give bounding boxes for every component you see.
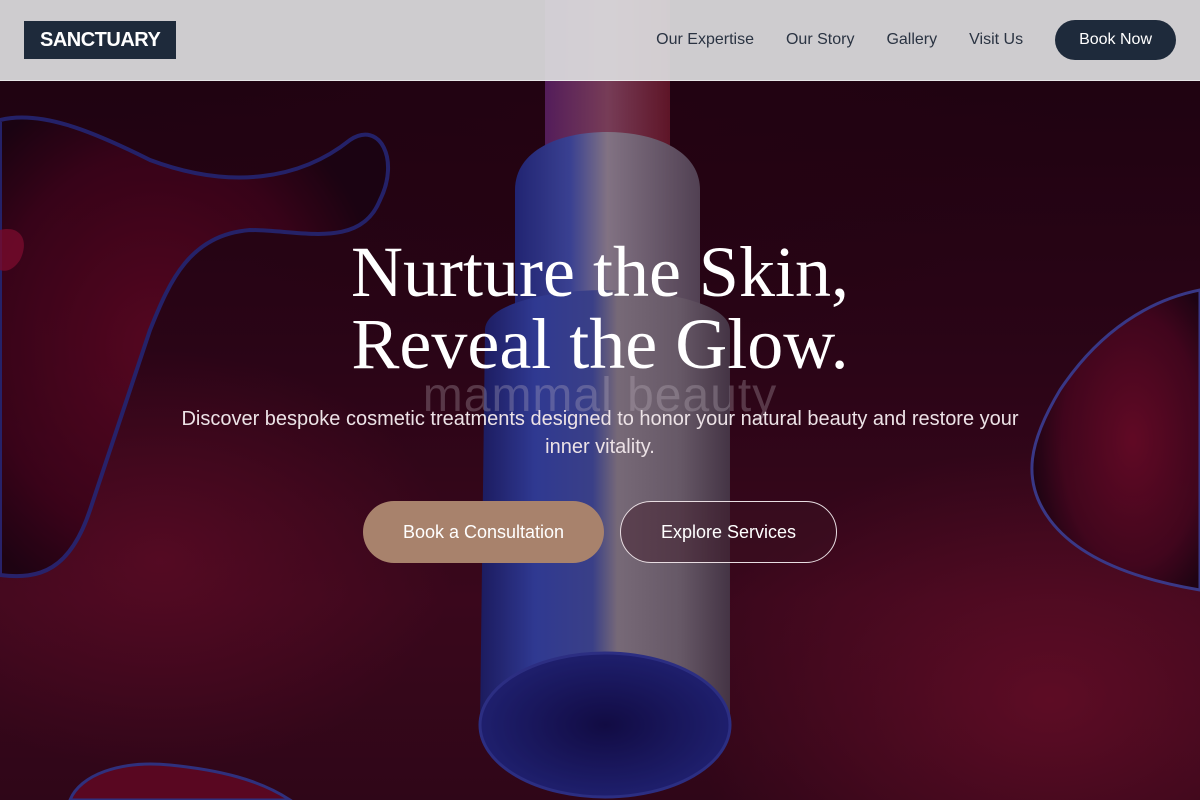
- hero-subtext: Discover bespoke cosmetic treatments des…: [181, 408, 1019, 458]
- nav-links: Our Expertise Our Story Gallery Visit Us…: [656, 20, 1176, 60]
- book-consultation-button[interactable]: Book a Consultation: [363, 501, 604, 563]
- hero-headline-line-2: Reveal the Glow.: [351, 304, 849, 384]
- book-now-button[interactable]: Book Now: [1055, 20, 1176, 60]
- top-navigation-bar: SANCTUARY Our Expertise Our Story Galler…: [0, 0, 1200, 81]
- nav-link-visit-us[interactable]: Visit Us: [969, 31, 1023, 49]
- hero-cta-row: Book a Consultation Explore Services: [0, 501, 1200, 563]
- explore-services-button[interactable]: Explore Services: [620, 501, 837, 563]
- nav-link-gallery[interactable]: Gallery: [886, 31, 937, 49]
- hero-headline: Nurture the Skin, Reveal the Glow.: [0, 236, 1200, 380]
- page: SANCTUARY Our Expertise Our Story Galler…: [0, 0, 1200, 800]
- nav-link-our-expertise[interactable]: Our Expertise: [656, 31, 754, 49]
- nav-link-our-story[interactable]: Our Story: [786, 31, 854, 49]
- brand-logo[interactable]: SANCTUARY: [24, 21, 177, 59]
- hero-content: mammal beauty Nurture the Skin, Reveal t…: [0, 0, 1200, 800]
- hero-headline-line-1: Nurture the Skin,: [351, 232, 849, 312]
